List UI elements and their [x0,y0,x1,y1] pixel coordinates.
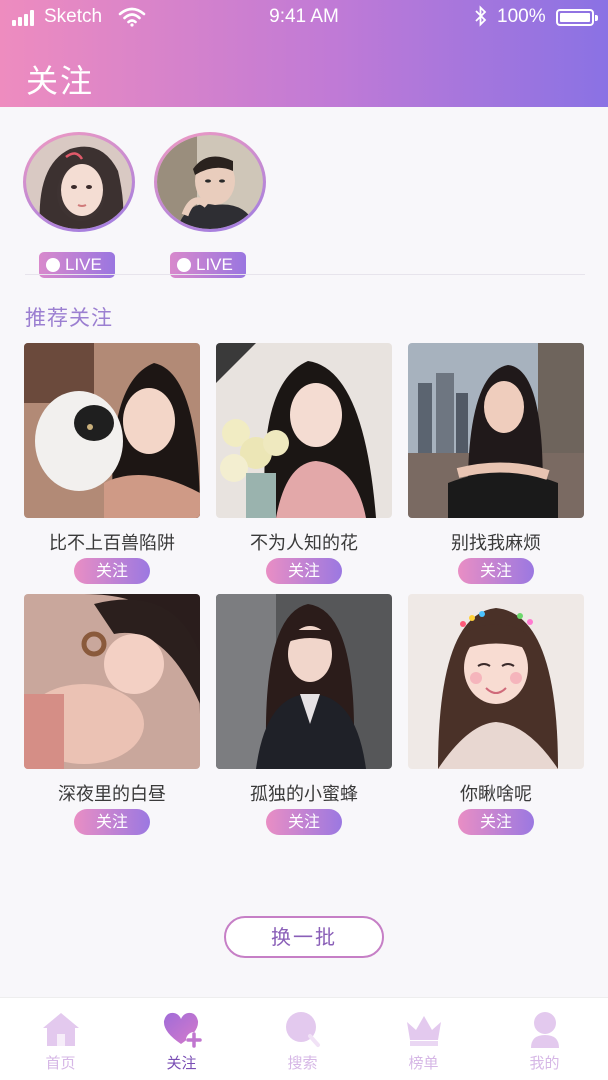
home-icon [43,1013,79,1046]
user-photo [216,594,392,769]
live-avatar-1 [26,135,132,229]
section-title-recommend: 推荐关注 [25,306,113,330]
user-icon [531,1012,559,1048]
tab-label: 我的 [529,1054,560,1072]
tab-search[interactable]: 搜索 [242,998,363,1080]
header: Sketch 9:41 AM 100% 关注 [0,0,608,107]
follow-button[interactable]: 关注 [458,809,534,835]
follow-button[interactable]: 关注 [74,809,150,835]
battery-percent: 100% [497,6,546,27]
user-name: 孤独的小蜜蜂 [250,784,358,805]
tab-label: 榜单 [408,1054,439,1072]
user-photo [24,343,200,518]
search-icon [286,1012,320,1047]
user-photo [24,594,200,769]
live-user-2[interactable]: LIVE [154,132,266,278]
user-photo [408,343,584,518]
tab-label: 搜索 [287,1054,318,1072]
tab-bar: 首页 关注 搜索 榜单 我的 [0,997,608,1080]
recommend-card[interactable]: 比不上百兽陷阱 关注 [24,343,200,584]
user-name: 深夜里的白昼 [58,784,166,805]
user-photo [408,594,584,769]
recommend-card[interactable]: 你瞅啥呢 关注 [408,594,584,835]
battery-icon [556,9,598,26]
user-photo [216,343,392,518]
crown-icon [407,1016,441,1046]
tab-home[interactable]: 首页 [0,998,121,1080]
recommend-card[interactable]: 别找我麻烦 关注 [408,343,584,584]
main-content: LIVE LIVE 推荐关注 比不上百兽陷阱 关注 不为人知的花 关注 别找我麻… [0,107,608,997]
bluetooth-icon [475,5,487,27]
user-name: 不为人知的花 [250,533,358,554]
heart-plus-icon [163,1012,202,1048]
follow-button[interactable]: 关注 [266,809,342,835]
recommend-card[interactable]: 深夜里的白昼 关注 [24,594,200,835]
tab-ranking[interactable]: 榜单 [363,998,484,1080]
live-avatar-2 [157,135,263,229]
divider [25,274,585,275]
live-dot-icon [177,258,191,272]
tab-label: 关注 [166,1054,197,1072]
follow-button[interactable]: 关注 [74,558,150,584]
tab-label: 首页 [45,1054,76,1072]
live-dot-icon [46,258,60,272]
follow-button[interactable]: 关注 [458,558,534,584]
live-user-1[interactable]: LIVE [23,132,135,278]
refresh-button[interactable]: 换一批 [224,916,384,958]
recommend-card[interactable]: 不为人知的花 关注 [216,343,392,584]
tab-mine[interactable]: 我的 [484,998,605,1080]
user-name: 比不上百兽陷阱 [49,533,175,554]
page-title: 关注 [26,62,95,100]
status-bar: Sketch 9:41 AM 100% [0,0,608,36]
user-name: 别找我麻烦 [451,533,541,554]
tab-follow[interactable]: 关注 [121,998,242,1080]
user-name: 你瞅啥呢 [460,784,532,805]
follow-button[interactable]: 关注 [266,558,342,584]
recommend-card[interactable]: 孤独的小蜜蜂 关注 [216,594,392,835]
